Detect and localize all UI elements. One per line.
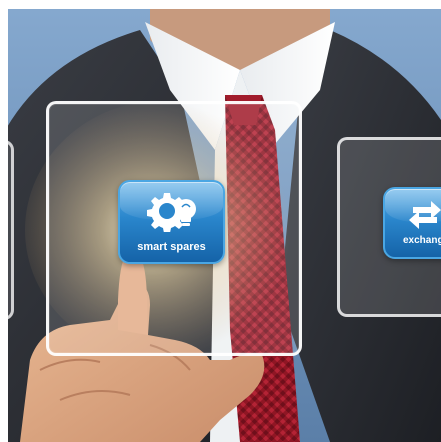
exchange-arrows-icon <box>409 201 441 229</box>
frame-top-edge <box>0 0 441 9</box>
scene: smart spares exchang <box>0 0 441 442</box>
exchange-label: exchang <box>403 235 441 246</box>
glass-panel-left[interactable] <box>0 140 14 320</box>
smart-spares-button[interactable]: smart spares <box>118 180 225 264</box>
gear-lightbulb-icon <box>147 193 196 232</box>
exchange-button[interactable]: exchang <box>383 187 441 259</box>
smart-spares-label: smart spares <box>137 241 206 253</box>
